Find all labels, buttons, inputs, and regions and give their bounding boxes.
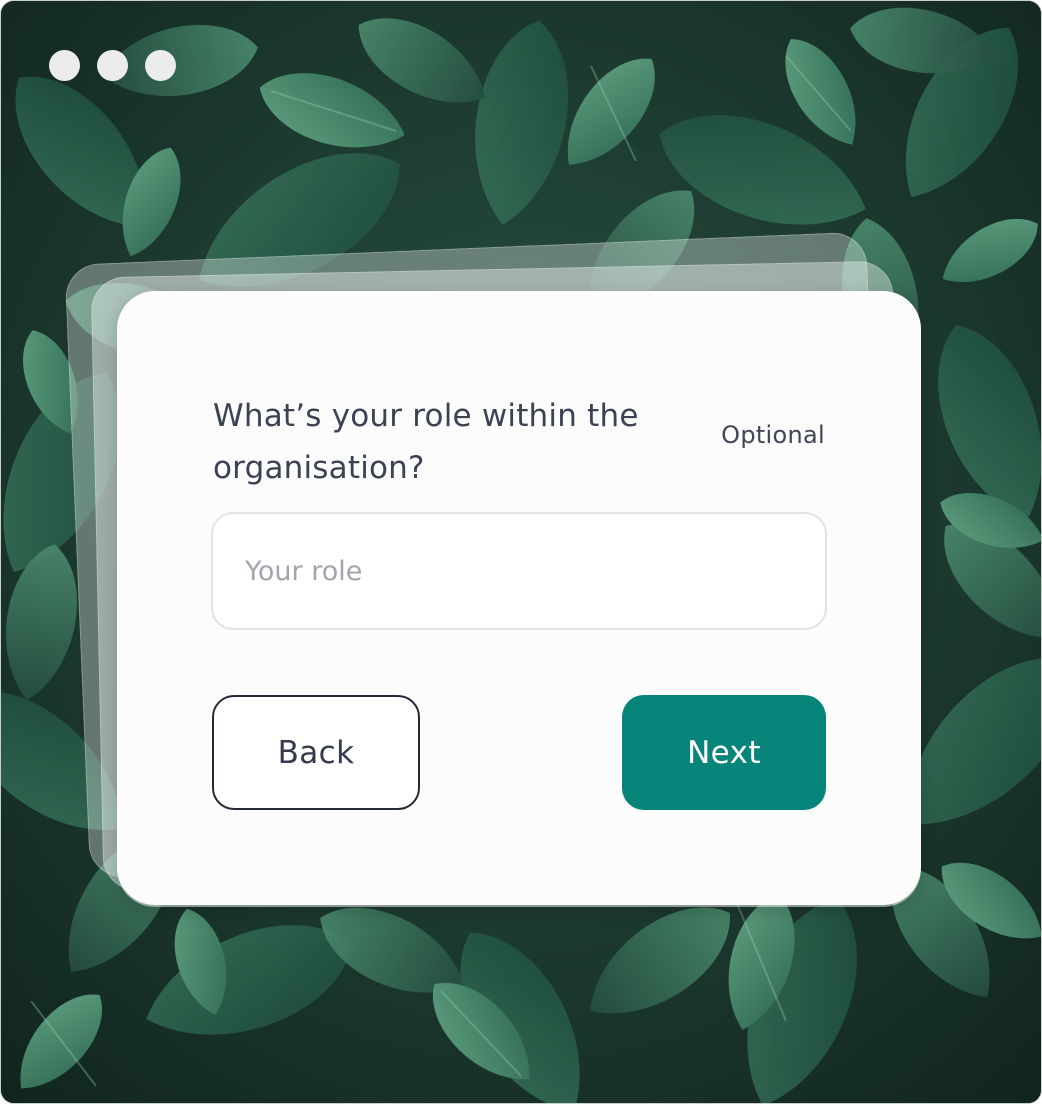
window-dot-maximize[interactable] — [145, 50, 176, 81]
window-dot-close[interactable] — [49, 50, 80, 81]
back-button[interactable]: Back — [212, 695, 420, 810]
next-button[interactable]: Next — [622, 695, 826, 810]
question-heading: What’s your role within the organisation… — [213, 398, 639, 486]
role-form-card: What’s your role within the organisation… — [117, 291, 921, 905]
optional-label: Optional — [721, 421, 825, 449]
role-input[interactable] — [211, 512, 827, 630]
window-dot-minimize[interactable] — [97, 50, 128, 81]
app-window: What’s your role within the organisation… — [0, 0, 1042, 1104]
window-controls — [49, 50, 176, 81]
